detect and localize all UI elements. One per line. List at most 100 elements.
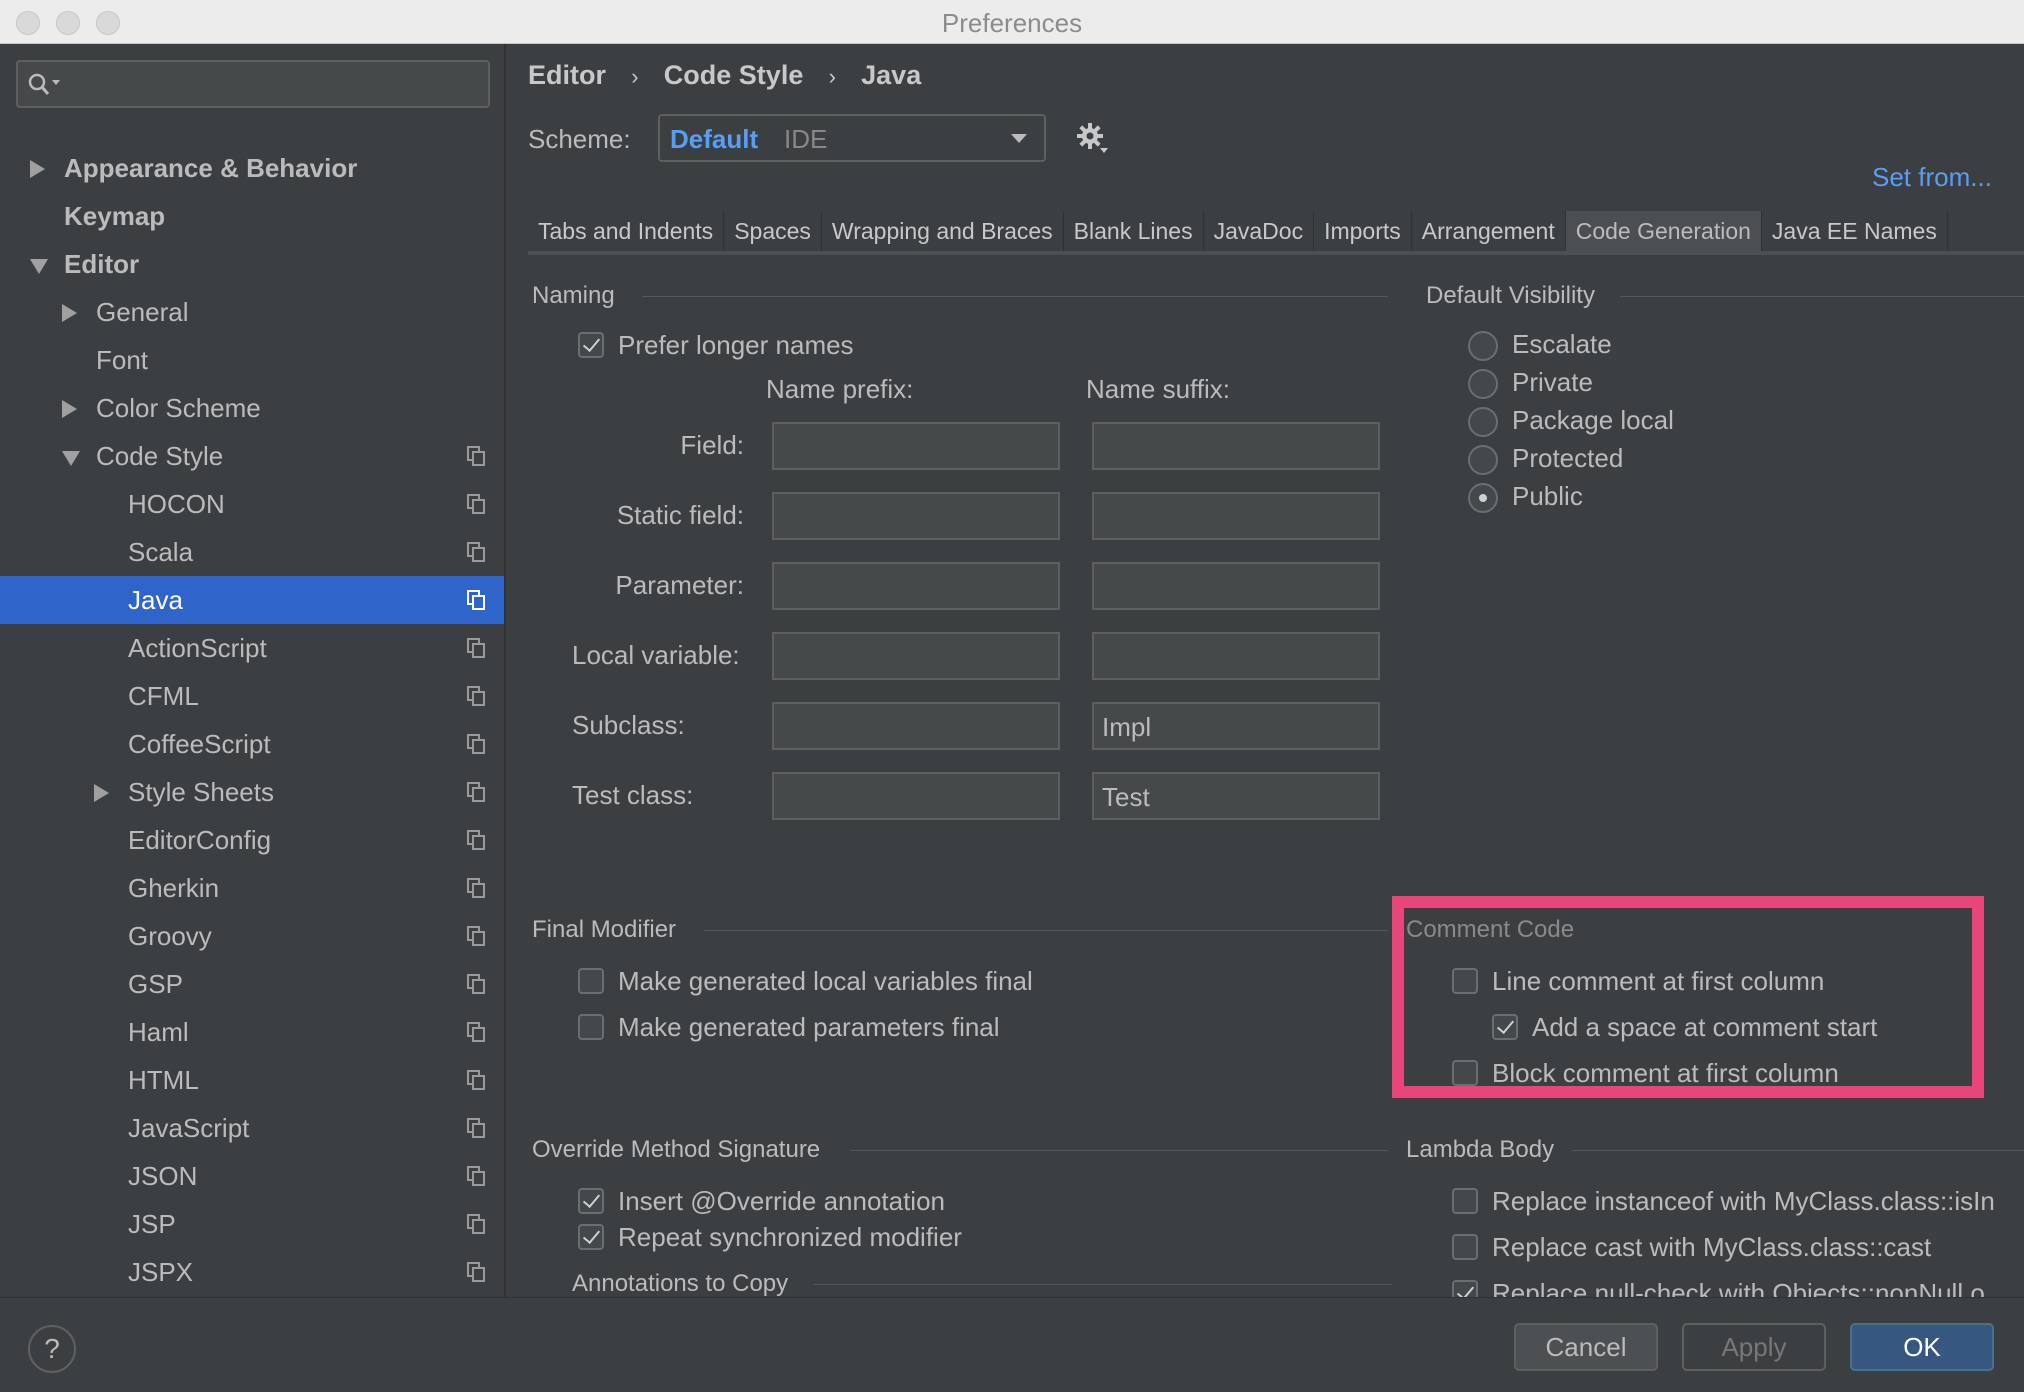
sidebar-item-general[interactable]: General: [0, 288, 504, 336]
project-scheme-icon: [467, 1022, 485, 1042]
visibility-radio-private[interactable]: [1468, 369, 1498, 399]
sidebar-item-gherkin[interactable]: Gherkin: [0, 864, 504, 912]
visibility-option-label: Escalate: [1512, 329, 1612, 359]
project-scheme-icon: [467, 1214, 485, 1234]
project-scheme-icon: [467, 1166, 485, 1186]
sidebar-item-style-sheets[interactable]: Style Sheets: [0, 768, 504, 816]
name-prefix-field[interactable]: [772, 702, 1060, 750]
visibility-option-label: Package local: [1512, 405, 1674, 435]
name-prefix-field[interactable]: [772, 632, 1060, 680]
chevron-right-icon[interactable]: [62, 400, 77, 418]
tab-spaces[interactable]: Spaces: [724, 211, 822, 251]
tab-wrapping-and-braces[interactable]: Wrapping and Braces: [821, 211, 1064, 251]
sidebar-item-label: JSPX: [128, 1257, 194, 1287]
replace-cast-with-myclass-class-cast-checkbox[interactable]: [1452, 1234, 1478, 1260]
sidebar-item-json[interactable]: JSON: [0, 1152, 504, 1200]
visibility-radio-escalate[interactable]: [1468, 331, 1498, 361]
project-scheme-icon: [467, 1118, 485, 1138]
tab-arrangement[interactable]: Arrangement: [1411, 211, 1566, 251]
naming-row-label: Field:: [680, 430, 744, 460]
name-suffix-field[interactable]: Test: [1092, 772, 1380, 820]
chevron-right-icon[interactable]: [62, 304, 77, 322]
tab-blank-lines[interactable]: Blank Lines: [1063, 211, 1204, 251]
checkbox-label: Replace instanceof with MyClass.class::i…: [1492, 1186, 1995, 1216]
name-suffix-field[interactable]: [1092, 422, 1380, 470]
sidebar-item-label: Font: [96, 345, 149, 375]
scheme-scope: IDE: [784, 124, 828, 154]
visibility-radio-package-local[interactable]: [1468, 407, 1498, 437]
sidebar-item-appearance-behavior[interactable]: Appearance & Behavior: [0, 144, 504, 192]
tab-imports[interactable]: Imports: [1314, 211, 1412, 251]
cancel-button[interactable]: Cancel: [1514, 1323, 1658, 1371]
sidebar-item-gsp[interactable]: GSP: [0, 960, 504, 1008]
name-prefix-field[interactable]: [772, 562, 1060, 610]
tab-java-ee-names[interactable]: Java EE Names: [1761, 211, 1948, 251]
sidebar-item-hocon[interactable]: HOCON: [0, 480, 504, 528]
sidebar-item-color-scheme[interactable]: Color Scheme: [0, 384, 504, 432]
apply-button[interactable]: Apply: [1682, 1323, 1826, 1371]
sidebar-item-actionscript[interactable]: ActionScript: [0, 624, 504, 672]
name-suffix-field[interactable]: [1092, 632, 1380, 680]
scheme-dropdown[interactable]: Default IDE: [658, 114, 1046, 162]
sidebar-item-jspx[interactable]: JSPX: [0, 1248, 504, 1296]
tab-tabs-and-indents[interactable]: Tabs and Indents: [528, 211, 725, 251]
name-prefix-field[interactable]: [772, 772, 1060, 820]
sidebar-item-label: JavaScript: [128, 1113, 250, 1143]
set-from-link[interactable]: Set from...: [1872, 162, 1992, 193]
insert-override-annotation-checkbox[interactable]: [578, 1188, 604, 1214]
sidebar-item-label: Editor: [64, 249, 140, 279]
sidebar-item-html[interactable]: HTML: [0, 1056, 504, 1104]
help-button[interactable]: ?: [28, 1325, 76, 1373]
sidebar-item-jsp[interactable]: JSP: [0, 1200, 504, 1248]
gear-icon[interactable]: [1076, 122, 1110, 156]
checkbox-label: Make generated parameters final: [618, 1012, 1000, 1042]
window-title: Preferences: [941, 8, 1083, 38]
sidebar-item-label: Color Scheme: [96, 393, 261, 423]
chevron-down-icon[interactable]: [62, 451, 80, 466]
sidebar-item-label: CFML: [128, 681, 199, 711]
search-field[interactable]: [70, 66, 480, 102]
chevron-down-icon[interactable]: [30, 259, 48, 274]
name-suffix-header: Name suffix:: [1086, 374, 1231, 404]
prefer-longer-names-checkbox[interactable]: [578, 332, 604, 358]
override-group-line: [850, 1150, 1388, 1151]
chevron-right-icon[interactable]: [94, 784, 109, 802]
sidebar-item-haml[interactable]: Haml: [0, 1008, 504, 1056]
sidebar-item-font[interactable]: Font: [0, 336, 504, 384]
name-prefix-header: Name prefix:: [766, 374, 914, 404]
visibility-radio-public[interactable]: [1468, 483, 1498, 513]
name-prefix-field[interactable]: [772, 422, 1060, 470]
ok-button[interactable]: OK: [1850, 1323, 1994, 1371]
repeat-synchronized-modifier-checkbox[interactable]: [578, 1224, 604, 1250]
sidebar-item-keymap[interactable]: Keymap: [0, 192, 504, 240]
sidebar-item-cfml[interactable]: CFML: [0, 672, 504, 720]
name-prefix-field[interactable]: [772, 492, 1060, 540]
search-input[interactable]: [16, 60, 490, 108]
name-suffix-field[interactable]: [1092, 562, 1380, 610]
visibility-radio-protected[interactable]: [1468, 445, 1498, 475]
checkbox-label: Insert @Override annotation: [618, 1186, 946, 1216]
sidebar-item-editorconfig[interactable]: EditorConfig: [0, 816, 504, 864]
make-generated-parameters-final-checkbox[interactable]: [578, 1014, 604, 1040]
sidebar-item-groovy[interactable]: Groovy: [0, 912, 504, 960]
make-generated-local-variables-final-checkbox[interactable]: [578, 968, 604, 994]
breadcrumb-code-style[interactable]: Code Style: [664, 60, 804, 90]
sidebar-item-editor[interactable]: Editor: [0, 240, 504, 288]
project-scheme-icon: [467, 974, 485, 994]
chevron-right-icon[interactable]: [30, 160, 45, 178]
breadcrumb: Editor › Code Style › Java: [528, 60, 921, 91]
sidebar-item-javascript[interactable]: JavaScript: [0, 1104, 504, 1152]
replace-instanceof-with-myclass-class-isin-checkbox[interactable]: [1452, 1188, 1478, 1214]
sidebar-item-scala[interactable]: Scala: [0, 528, 504, 576]
tab-strip: Tabs and Indents Spaces Wrapping and Brace…: [528, 211, 1948, 251]
settings-sidebar: Appearance & Behavior Keymap Editor General…: [0, 44, 506, 1297]
tab-code-generation[interactable]: Code Generation: [1565, 211, 1762, 251]
tab-javadoc[interactable]: JavaDoc: [1203, 211, 1315, 251]
name-suffix-field[interactable]: [1092, 492, 1380, 540]
sidebar-item-java[interactable]: Java: [0, 576, 504, 624]
breadcrumb-editor[interactable]: Editor: [528, 60, 606, 90]
sidebar-item-code-style[interactable]: Code Style: [0, 432, 504, 480]
sidebar-item-coffeescript[interactable]: CoffeeScript: [0, 720, 504, 768]
sidebar-item-label: Haml: [128, 1017, 189, 1047]
name-suffix-field[interactable]: Impl: [1092, 702, 1380, 750]
